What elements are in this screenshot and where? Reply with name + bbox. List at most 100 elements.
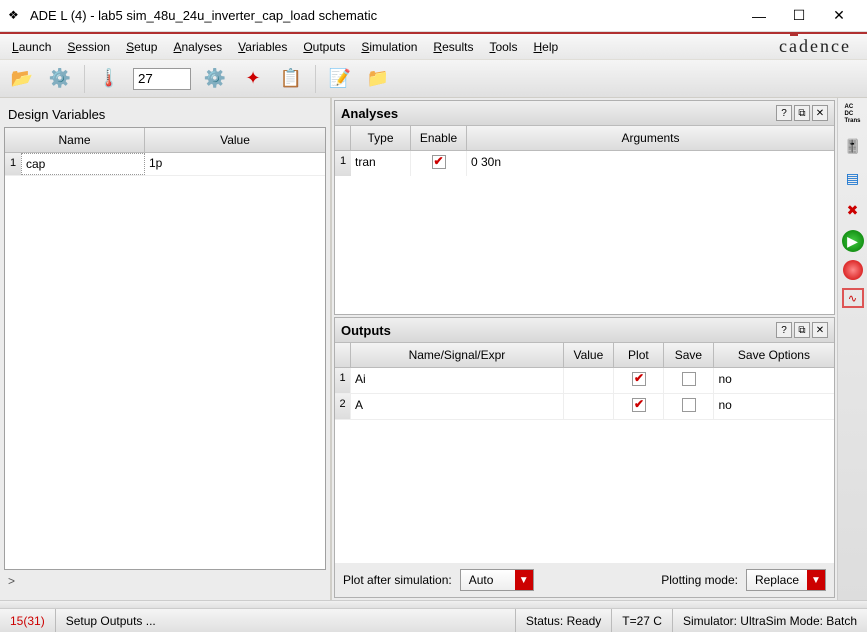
status-temp: T=27 C: [612, 609, 673, 632]
app-icon: ❖: [8, 8, 24, 24]
menu-launch[interactable]: Launch: [4, 37, 59, 57]
open-folder-icon[interactable]: 📂: [8, 65, 36, 93]
col-arguments[interactable]: Arguments: [467, 126, 834, 150]
edit-icon[interactable]: 📝: [326, 65, 354, 93]
resize-grip[interactable]: [0, 600, 867, 608]
output-name-cell[interactable]: A: [351, 394, 564, 419]
close-button[interactable]: ✕: [819, 2, 859, 30]
output-save-cell[interactable]: [664, 368, 714, 393]
status-simulator: Simulator: UltraSim Mode: Batch: [673, 609, 867, 632]
undock-icon[interactable]: ⧉: [794, 105, 810, 121]
row-index: 1: [5, 153, 21, 175]
analyses-table: Type Enable Arguments 1 tran 0 30n: [335, 126, 834, 314]
output-saveopts-cell[interactable]: no: [714, 368, 834, 393]
plot-after-label: Plot after simulation:: [343, 573, 452, 587]
window-title: ADE L (4) - lab5 sim_48u_24u_inverter_ca…: [30, 8, 739, 23]
menubar: Launch Session Setup Analyses Variables …: [0, 34, 867, 60]
menu-variables[interactable]: Variables: [230, 37, 295, 57]
col-save[interactable]: Save: [664, 343, 714, 367]
axes-icon[interactable]: ✦: [239, 65, 267, 93]
plot-mode-value: Replace: [747, 573, 807, 587]
play-icon[interactable]: ▶: [842, 230, 864, 252]
stop-icon[interactable]: [843, 260, 863, 280]
output-saveopts-cell[interactable]: no: [714, 394, 834, 419]
temperature-input[interactable]: [133, 68, 191, 90]
tuning-icon[interactable]: 🎚️: [841, 134, 865, 158]
design-variables-pane: Design Variables Name Value 1 cap 1p >: [0, 98, 332, 600]
toolbar: 📂 ⚙️ 🌡️ ⚙️ ✦ 📋 📝 📁: [0, 60, 867, 98]
help-icon[interactable]: ?: [776, 105, 792, 121]
row-index: 1: [335, 368, 351, 393]
col-type[interactable]: Type: [351, 126, 411, 150]
help-icon[interactable]: ?: [776, 322, 792, 338]
menu-simulation[interactable]: Simulation: [353, 37, 425, 57]
prompt: >: [4, 570, 326, 592]
col-value[interactable]: Value: [564, 343, 614, 367]
plot-options-bar: Plot after simulation: Auto ▼ Plotting m…: [335, 563, 834, 597]
plot-after-select[interactable]: Auto ▼: [460, 569, 534, 591]
design-variables-title: Design Variables: [4, 102, 326, 127]
chevron-down-icon: ▼: [515, 570, 533, 590]
right-pane: Analyses ? ⧉ ✕ Type Enable Arguments 1 t…: [332, 98, 867, 600]
plot-after-value: Auto: [461, 573, 515, 587]
var-name-cell[interactable]: cap: [21, 153, 145, 175]
table-row[interactable]: 1 cap 1p: [5, 153, 325, 176]
hierarchy-icon[interactable]: ▤: [841, 166, 865, 190]
analysis-args-cell[interactable]: 0 30n: [467, 151, 834, 176]
maximize-button[interactable]: ☐: [779, 2, 819, 30]
checkbox-icon[interactable]: [682, 398, 696, 412]
col-enable[interactable]: Enable: [411, 126, 467, 150]
checkbox-icon[interactable]: [432, 155, 446, 169]
gear-icon[interactable]: ⚙️: [201, 65, 229, 93]
minimize-button[interactable]: —: [739, 2, 779, 30]
titlebar: ❖ ADE L (4) - lab5 sim_48u_24u_inverter_…: [0, 0, 867, 32]
col-name[interactable]: Name: [5, 128, 145, 152]
analysis-enable-cell[interactable]: [411, 151, 467, 176]
checkbox-icon[interactable]: [632, 398, 646, 412]
col-name[interactable]: Name/Signal/Expr: [351, 343, 564, 367]
output-plot-cell[interactable]: [614, 394, 664, 419]
close-panel-icon[interactable]: ✕: [812, 105, 828, 121]
clipboard-icon[interactable]: 📋: [277, 65, 305, 93]
mouse-coords: 15(31): [0, 609, 56, 632]
main-area: Design Variables Name Value 1 cap 1p > A…: [0, 98, 867, 600]
col-value[interactable]: Value: [145, 128, 325, 152]
analysis-modes-icon[interactable]: AC DC Trans: [841, 102, 865, 126]
menu-session[interactable]: Session: [59, 37, 118, 57]
var-value-cell[interactable]: 1p: [145, 153, 325, 175]
checkbox-icon[interactable]: [682, 372, 696, 386]
delete-icon[interactable]: ✖: [841, 198, 865, 222]
undock-icon[interactable]: ⧉: [794, 322, 810, 338]
output-plot-cell[interactable]: [614, 368, 664, 393]
menu-results[interactable]: Results: [425, 37, 481, 57]
waveform-icon[interactable]: ∿: [842, 288, 864, 308]
menu-tools[interactable]: Tools: [481, 37, 525, 57]
output-name-cell[interactable]: Ai: [351, 368, 564, 393]
output-value-cell[interactable]: [564, 394, 614, 419]
chevron-down-icon: ▼: [807, 570, 825, 590]
gear-folder-icon[interactable]: ⚙️: [46, 65, 74, 93]
outputs-title: Outputs: [341, 323, 774, 338]
analysis-type-cell[interactable]: tran: [351, 151, 411, 176]
menu-help[interactable]: Help: [525, 37, 566, 57]
status-ready: Status: Ready: [516, 609, 612, 632]
menu-analyses[interactable]: Analyses: [165, 37, 230, 57]
output-value-cell[interactable]: [564, 368, 614, 393]
thermometer-icon[interactable]: 🌡️: [95, 65, 123, 93]
close-panel-icon[interactable]: ✕: [812, 322, 828, 338]
plot-mode-select[interactable]: Replace ▼: [746, 569, 826, 591]
right-sidebar: AC DC Trans 🎚️ ▤ ✖ ▶ ∿: [837, 98, 867, 600]
checkbox-icon[interactable]: [632, 372, 646, 386]
brand-logo: cadence: [779, 36, 863, 57]
table-row[interactable]: 2 A no: [335, 394, 834, 420]
col-saveopts[interactable]: Save Options: [714, 343, 834, 367]
table-row[interactable]: 1 Ai no: [335, 368, 834, 394]
menu-setup[interactable]: Setup: [118, 37, 165, 57]
table-row[interactable]: 1 tran 0 30n: [335, 151, 834, 176]
col-plot[interactable]: Plot: [614, 343, 664, 367]
menu-outputs[interactable]: Outputs: [295, 37, 353, 57]
output-save-cell[interactable]: [664, 394, 714, 419]
folder-icon[interactable]: 📁: [364, 65, 392, 93]
plot-mode-label: Plotting mode:: [661, 573, 738, 587]
outputs-panel: Outputs ? ⧉ ✕ Name/Signal/Expr Value Plo…: [334, 317, 835, 598]
